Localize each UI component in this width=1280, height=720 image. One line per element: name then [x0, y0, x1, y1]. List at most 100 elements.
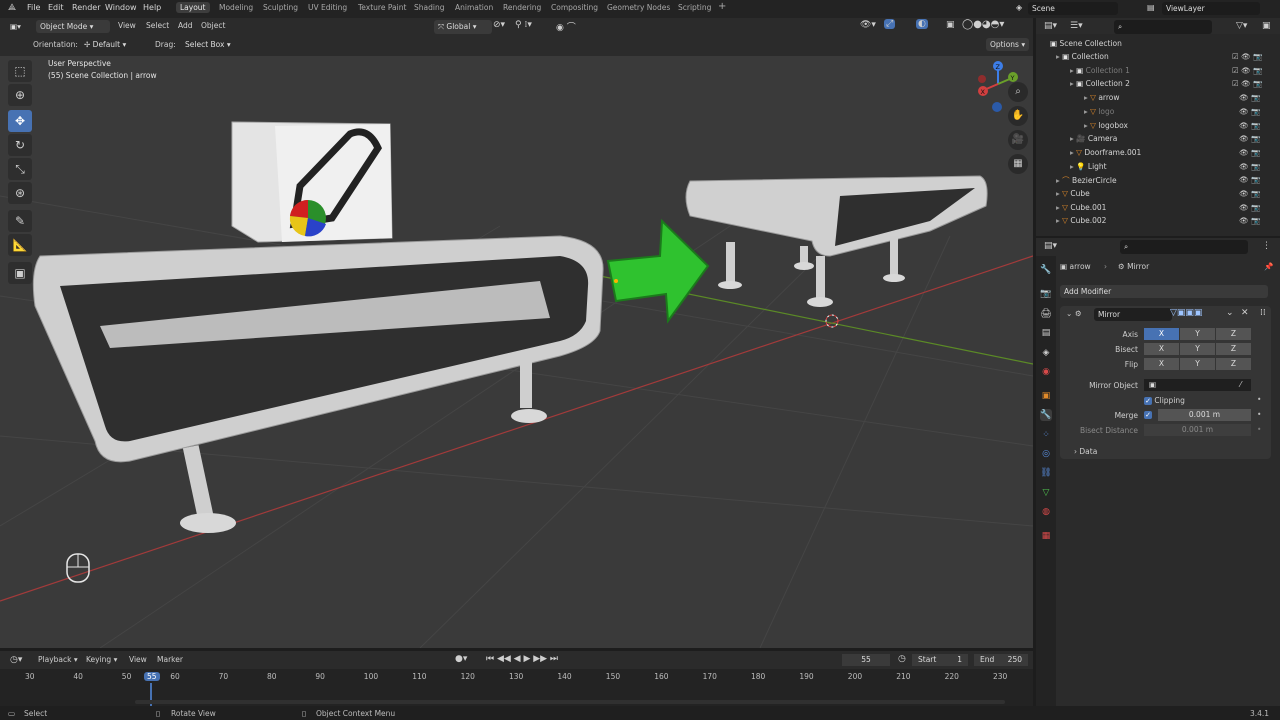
expand-chevron-icon[interactable]: ▸ [1070, 148, 1074, 157]
zoom-icon[interactable]: ⌕ [1008, 82, 1028, 102]
expand-chevron-icon[interactable]: ▸ [1070, 134, 1074, 143]
modifier-tab-icon[interactable]: 🔧 [1040, 409, 1052, 421]
camera-render-icon[interactable]: 📷 [1253, 66, 1262, 75]
scale-tool-icon[interactable]: ⤡ [8, 158, 32, 180]
flip-y-toggle[interactable]: Y [1180, 358, 1215, 370]
outliner-row-cube[interactable]: ▸ ▽ Cube [1056, 189, 1090, 202]
transform-orientation-select[interactable]: ⤧ Global ▾ [434, 20, 492, 34]
clipping-keyframe-dot[interactable]: • [1257, 395, 1261, 404]
visibility-toggles[interactable]: ☑ 👁 📷 [1232, 66, 1262, 79]
camera-render-icon[interactable]: 📷 [1251, 216, 1260, 225]
mirror-object-field[interactable]: ▣ [1144, 379, 1251, 391]
expand-chevron-icon[interactable]: ▸ [1070, 66, 1074, 75]
xray-icon[interactable]: ▣ [946, 20, 955, 30]
physics-tab-icon[interactable]: ◎ [1040, 448, 1052, 460]
merge-distance-field[interactable]: 0.001 m [1158, 409, 1251, 421]
camera-render-icon[interactable]: 📷 [1251, 203, 1260, 212]
tab-compositing[interactable]: Compositing [551, 3, 598, 12]
add-cube-tool-icon[interactable]: ▣ [8, 262, 32, 284]
timeline-editor-icon[interactable]: ◷▾ [10, 655, 22, 665]
modifier-display-toggles-icon[interactable]: ▽▣▣▣ [1170, 308, 1202, 318]
cube-table-small[interactable] [685, 175, 988, 307]
data-tab-icon[interactable]: ▽ [1040, 487, 1052, 499]
camera-render-icon[interactable]: 📷 [1251, 121, 1260, 130]
filter-icon[interactable]: ▽▾ [1236, 21, 1247, 31]
outliner-row-cube-002[interactable]: ▸ ▽ Cube.002 [1056, 216, 1106, 229]
outliner-row-beziercircle[interactable]: ▸ ⌒ BezierCircle [1056, 175, 1117, 188]
camera-view-icon[interactable]: 🎥 [1008, 130, 1028, 150]
texture-tab-icon[interactable]: ▦ [1040, 530, 1052, 542]
outliner-display-icon[interactable]: ☰▾ [1070, 21, 1083, 31]
properties-search-input[interactable]: ⌕ [1120, 240, 1248, 254]
menu-window[interactable]: Window [105, 3, 137, 12]
blender-logo-icon[interactable]: ⟁ [8, 3, 16, 13]
playback-controls-icon[interactable]: ⏮ ◀◀ ◀ ▶ ▶▶ ⏭ [486, 654, 558, 664]
exclude-checkbox-icon[interactable]: ☑ [1232, 79, 1241, 88]
outliner-row-camera[interactable]: ▸ 🎥 Camera [1070, 134, 1117, 147]
preview-range-icon[interactable]: ◷ [898, 654, 906, 664]
menu-select[interactable]: Select [146, 21, 169, 30]
expand-chevron-icon[interactable]: ▸ [1084, 93, 1088, 102]
camera-render-icon[interactable]: 📷 [1251, 107, 1260, 116]
visibility-toggles[interactable]: 👁 📷 [1232, 203, 1260, 216]
eye-icon[interactable]: 👁 [1239, 93, 1249, 102]
start-frame-field[interactable]: Start 1 [912, 654, 968, 666]
menu-object[interactable]: Object [201, 21, 225, 30]
end-frame-field[interactable]: End 250 [974, 654, 1028, 666]
eye-icon[interactable]: 👁 [1239, 148, 1249, 157]
measure-tool-icon[interactable]: 📐 [8, 234, 32, 256]
snap-icon[interactable]: ⚲ ⁞▾ [515, 20, 532, 30]
expand-chevron-icon[interactable]: ▸ [1056, 203, 1060, 212]
eye-icon[interactable]: 👁 [1239, 203, 1249, 212]
editor-type-icon[interactable]: ▣▾ [6, 20, 25, 33]
camera-render-icon[interactable]: 📷 [1251, 93, 1260, 102]
expand-chevron-icon[interactable]: ▸ [1070, 162, 1074, 171]
tab-uv-editing[interactable]: UV Editing [308, 3, 347, 12]
menu-add[interactable]: Add [178, 21, 193, 30]
visibility-toggles[interactable]: 👁 📷 [1232, 107, 1260, 120]
camera-render-icon[interactable]: 📷 [1251, 134, 1260, 143]
pan-hand-icon[interactable]: ✋ [1008, 106, 1028, 126]
orientation-select[interactable]: ✢ Default ▾ [80, 38, 144, 51]
expand-chevron-icon[interactable]: ▸ [1070, 79, 1074, 88]
eye-icon[interactable]: 👁 [1239, 134, 1249, 143]
visibility-toggles[interactable]: 👁 📷 [1232, 216, 1260, 229]
tab-modeling[interactable]: Modeling [219, 3, 253, 12]
clipping-checkbox[interactable]: ✓ Clipping [1144, 396, 1185, 405]
axis-x-toggle[interactable]: X [1144, 328, 1179, 340]
visibility-toggles[interactable]: 👁 📷 [1232, 162, 1260, 175]
pivot-icon[interactable]: ⊘▾ [493, 20, 505, 30]
scene-field[interactable]: Scene [1028, 2, 1118, 15]
perspective-grid-icon[interactable]: ▦ [1008, 154, 1028, 174]
eyedropper-icon[interactable]: ⁄ [1240, 380, 1241, 389]
record-icon[interactable]: ●▾ [455, 654, 467, 664]
tab-animation[interactable]: Animation [455, 3, 493, 12]
overlay-toggle-icon[interactable]: ◐ [916, 19, 928, 29]
menu-edit[interactable]: Edit [48, 3, 64, 12]
constraints-tab-icon[interactable]: ⛓ [1040, 467, 1052, 479]
eye-icon[interactable]: 👁 [1241, 66, 1251, 75]
expand-chevron-icon[interactable]: ▸ [1056, 176, 1060, 185]
outliner-row-light[interactable]: ▸ 💡 Light [1070, 162, 1107, 175]
eye-icon[interactable]: 👁 [1241, 52, 1251, 61]
particles-tab-icon[interactable]: ⁘ [1040, 429, 1052, 441]
shading-modes-icon[interactable]: ◯●◕◓▾ [962, 19, 1004, 30]
axis-z-toggle[interactable]: Z [1216, 328, 1251, 340]
menu-timeline-view[interactable]: View [129, 655, 147, 664]
expand-chevron-icon[interactable]: ▸ [1084, 121, 1088, 130]
move-tool-icon[interactable]: ✥ [8, 110, 32, 132]
visibility-toggles[interactable]: 👁 📷 [1232, 189, 1260, 202]
view-layer-field[interactable]: ViewLayer [1162, 2, 1260, 15]
eye-icon[interactable]: 👁 [1239, 121, 1249, 130]
visibility-toggles[interactable]: ☑ 👁 📷 [1232, 52, 1262, 65]
outliner-search-input[interactable]: ⌕ [1114, 20, 1212, 34]
world-tab-icon[interactable]: ◉ [1040, 366, 1052, 378]
object-context[interactable]: ▣ arrow [1060, 262, 1091, 271]
camera-render-icon[interactable]: 📷 [1251, 189, 1260, 198]
outliner-editor-icon[interactable]: ▤▾ [1044, 21, 1057, 31]
camera-render-icon[interactable]: 📷 [1253, 79, 1262, 88]
transform-tool-icon[interactable]: ⊛ [8, 182, 32, 204]
outliner-row-collection-2[interactable]: ▸ ▣ Collection 2 [1070, 79, 1130, 92]
tab-sculpting[interactable]: Sculpting [263, 3, 298, 12]
3d-viewport[interactable]: Z Y X User Perspective (55) Scene Collec… [0, 56, 1033, 648]
